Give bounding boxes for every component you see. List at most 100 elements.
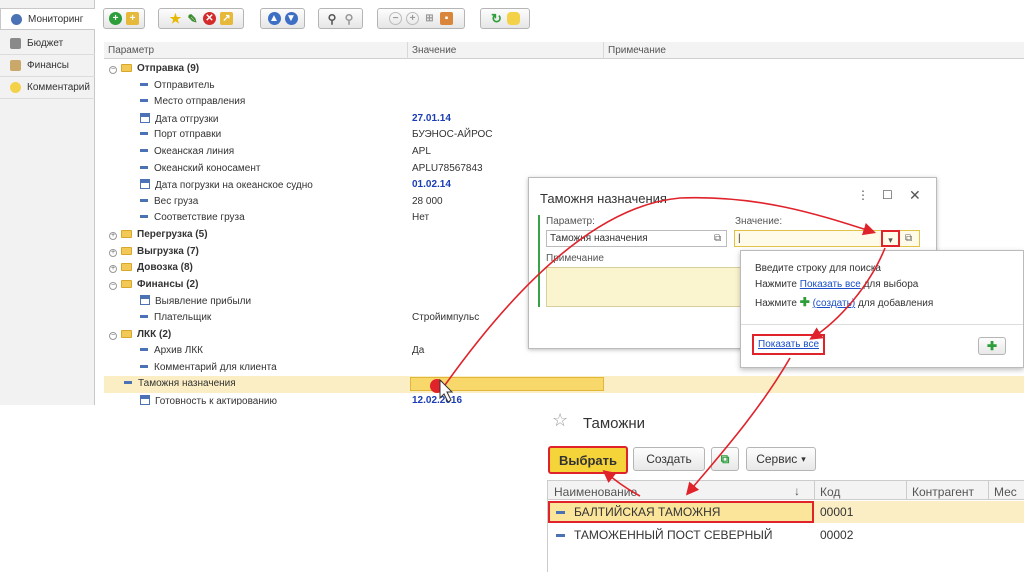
table-row[interactable]: ТАМОЖЕННЫЙ ПОСТ СЕВЕРНЫЙ 00002 bbox=[548, 524, 1024, 546]
close-icon[interactable]: ✕ bbox=[909, 187, 921, 204]
row-value[interactable]: Нет bbox=[412, 212, 429, 223]
divider bbox=[906, 481, 907, 500]
row-value[interactable]: 28 000 bbox=[412, 196, 443, 207]
move-icon: ↗ bbox=[220, 12, 233, 25]
expand-icon[interactable]: + bbox=[109, 248, 117, 257]
move-row-buttons[interactable]: ▲ ▼ bbox=[260, 8, 305, 29]
finance-icon bbox=[10, 60, 21, 71]
expand-icon[interactable]: + bbox=[109, 232, 117, 240]
arrow-up-icon: ▲ bbox=[267, 12, 281, 25]
row-value[interactable]: Да bbox=[412, 345, 424, 356]
add-button[interactable]: ✚ bbox=[978, 337, 1006, 355]
item-icon bbox=[140, 348, 148, 352]
row-value[interactable]: Стройимпульс bbox=[412, 312, 479, 323]
table-row[interactable]: Таможня назначения bbox=[104, 376, 1024, 393]
row-label: Перегрузка (5) bbox=[137, 229, 208, 240]
open-icon[interactable]: ⧉ bbox=[714, 233, 721, 244]
row-parameter: Дата погрузки на океанское судно bbox=[140, 179, 313, 191]
refresh-buttons[interactable]: ↻ ▬ bbox=[480, 8, 530, 29]
row-label: Порт отправки bbox=[154, 129, 222, 141]
row-value[interactable]: 01.02.14 bbox=[412, 179, 451, 190]
row-value[interactable]: 12.02.2016 bbox=[412, 395, 462, 405]
collapse-icon[interactable]: − bbox=[109, 331, 117, 340]
show-all-inline-link[interactable]: Показать все bbox=[800, 279, 861, 290]
nav-item-label: Финансы bbox=[27, 60, 69, 71]
table-row[interactable]: Океанский коносамент APLU78567843 bbox=[104, 161, 1024, 178]
param-label: Параметр: bbox=[546, 216, 595, 227]
select-button[interactable]: Выбрать bbox=[548, 446, 628, 474]
table-row[interactable]: − Отправка (9) bbox=[104, 61, 1024, 78]
table-row[interactable]: Дата отгрузки 27.01.14 bbox=[104, 111, 1024, 128]
column-header-value[interactable]: Значение bbox=[408, 42, 604, 59]
dropdown-arrow-icon[interactable]: ▾ bbox=[881, 230, 900, 247]
row-value[interactable]: APL bbox=[412, 146, 431, 157]
row-label: Выгрузка (7) bbox=[137, 245, 199, 257]
copy-icon[interactable]: ⧉ bbox=[711, 447, 739, 471]
show-all-link[interactable]: Показать все bbox=[758, 339, 819, 350]
calendar-icon bbox=[140, 395, 150, 405]
chevron-down-icon: ▾ bbox=[801, 453, 806, 464]
nav-item-monitoring[interactable]: Мониторинг bbox=[0, 8, 95, 30]
row-value[interactable]: APLU78567843 bbox=[412, 163, 483, 174]
item-icon bbox=[140, 198, 148, 202]
calculator-icon bbox=[10, 38, 21, 49]
row-parameter: + Выгрузка (7) bbox=[109, 246, 199, 257]
row-parameter: Комментарий для клиента bbox=[140, 362, 277, 373]
add-buttons[interactable]: + + bbox=[103, 8, 145, 29]
row-label: Соответствие груза bbox=[154, 212, 245, 224]
table-row[interactable]: Порт отправки БУЭНОС-АЙРОС bbox=[104, 127, 1024, 144]
edit-buttons[interactable]: ★ ✎ ✕ ↗ bbox=[158, 8, 244, 29]
column-header-parameter[interactable]: Параметр bbox=[104, 42, 408, 59]
required-marker bbox=[538, 215, 540, 307]
table-row[interactable]: Место отправления bbox=[104, 94, 1024, 111]
folder-icon bbox=[121, 263, 132, 272]
row-parameter: Отправитель bbox=[140, 80, 215, 91]
divider bbox=[988, 481, 989, 500]
table-row[interactable]: Отправитель bbox=[104, 78, 1024, 95]
column-header-code[interactable]: Код bbox=[820, 485, 840, 499]
create-button[interactable]: Создать bbox=[633, 447, 705, 471]
column-header-name[interactable]: Наименование bbox=[554, 485, 637, 499]
row-label: ЛКК (2) bbox=[137, 328, 172, 340]
nav-item-comment[interactable]: Комментарий bbox=[0, 77, 95, 99]
expand-icon[interactable]: + bbox=[109, 265, 117, 274]
column-header-counterparty[interactable]: Контрагент bbox=[912, 485, 974, 499]
toolbar: + + ★ ✎ ✕ ↗ ▲ ▼ ⚲ ⚲ − + ⊞ ▪ ↻ ▬ bbox=[96, 8, 541, 32]
row-parameter: Вес груза bbox=[140, 196, 198, 207]
row-label: Дата отгрузки bbox=[155, 113, 219, 125]
table-row[interactable]: Океанская линия APL bbox=[104, 144, 1024, 161]
param-input[interactable]: Таможня назначения bbox=[546, 230, 727, 247]
table-row[interactable]: БАЛТИЙСКАЯ ТАМОЖНЯ 00001 bbox=[548, 501, 1024, 523]
row-value[interactable]: 27.01.14 bbox=[412, 113, 451, 124]
row-value[interactable]: БУЭНОС-АЙРОС bbox=[412, 129, 493, 140]
note-input[interactable] bbox=[546, 267, 746, 307]
column-header-note[interactable]: Примечание bbox=[604, 42, 1024, 59]
row-parameter: − Финансы (2) bbox=[109, 279, 198, 290]
column-header-extra[interactable]: Мес bbox=[994, 485, 1017, 499]
item-icon bbox=[140, 149, 148, 152]
tree-buttons[interactable]: − + ⊞ ▪ bbox=[377, 8, 465, 29]
item-icon bbox=[140, 364, 148, 368]
search-buttons[interactable]: ⚲ ⚲ bbox=[318, 8, 363, 29]
show-all-link-box[interactable]: Показать все bbox=[752, 334, 826, 355]
collapse-icon[interactable]: − bbox=[109, 66, 117, 74]
search-icon: ⚲ bbox=[327, 11, 337, 26]
more-icon[interactable]: ⋮ bbox=[857, 188, 869, 202]
search-cancel-icon: ⚲ bbox=[344, 11, 354, 26]
create-inline-link[interactable]: (создать) bbox=[813, 298, 856, 309]
open-icon[interactable]: ⧉ bbox=[905, 233, 912, 244]
service-button[interactable]: Сервис ▾ bbox=[746, 447, 816, 471]
row-value[interactable] bbox=[410, 377, 604, 392]
nav-item-finance[interactable]: Финансы bbox=[0, 55, 95, 77]
divider bbox=[741, 324, 1023, 325]
maximize-icon[interactable]: ☐ bbox=[882, 188, 893, 202]
add-icon: + bbox=[109, 12, 122, 25]
collapse-icon[interactable]: − bbox=[109, 281, 117, 290]
star-icon[interactable]: ☆ bbox=[552, 410, 568, 431]
row-label: Океанская линия bbox=[154, 146, 235, 157]
row-parameter: Океанский коносамент bbox=[140, 163, 260, 174]
customs-list-form: ☆ Таможни Выбрать Создать ⧉ Сервис ▾ Наи… bbox=[547, 402, 1024, 572]
nav-item-budget[interactable]: Бюджет bbox=[0, 33, 95, 55]
hint-text: для добавления bbox=[857, 298, 934, 309]
service-label: Сервис bbox=[756, 452, 798, 466]
